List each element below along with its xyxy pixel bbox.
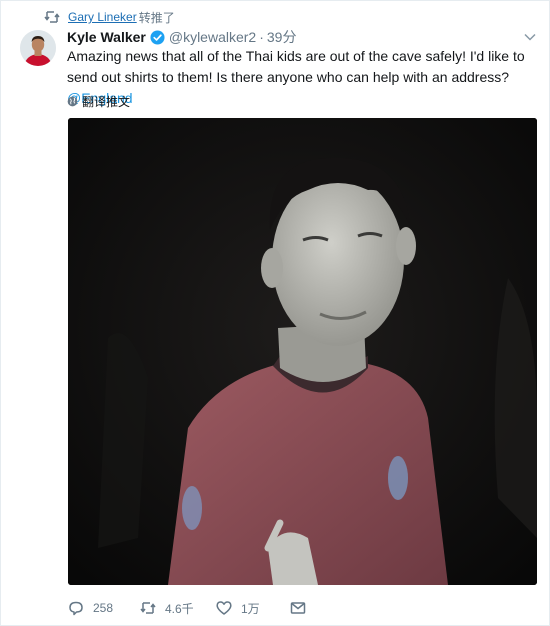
globe-icon: [67, 96, 78, 106]
translate-label: 翻译推文: [82, 94, 131, 109]
tweet-timestamp[interactable]: 39分: [267, 27, 297, 47]
photo-content: [68, 118, 537, 585]
verified-badge-icon: [150, 29, 165, 45]
tweet-body-text: Amazing news that all of the Thai kids a…: [67, 48, 525, 85]
like-count: 1万: [241, 601, 260, 616]
retweet-suffix: 转推了: [138, 10, 175, 25]
tweet-header: Kyle Walker @kylewalker2 · 39分: [67, 28, 296, 46]
header-separator: ·: [259, 29, 264, 45]
retweet-icon: [44, 11, 60, 23]
envelope-icon: [290, 602, 306, 614]
like-button[interactable]: 1万: [215, 599, 289, 617]
reply-count: 258: [93, 601, 114, 615]
retweet-context: Gary Lineker 转推了: [44, 8, 175, 26]
avatar[interactable]: [20, 30, 56, 66]
retweet-button[interactable]: 4.6千: [139, 599, 215, 617]
reply-icon: [69, 601, 83, 616]
direct-message-button[interactable]: [289, 599, 319, 617]
heart-icon: [216, 601, 232, 615]
avatar-image: [20, 30, 56, 66]
tweet-text: Amazing news that all of the Thai kids a…: [67, 46, 527, 109]
retweet-count: 4.6千: [165, 601, 194, 616]
translate-tweet-button[interactable]: 翻译推文: [67, 93, 130, 109]
reply-button[interactable]: 258: [67, 599, 139, 617]
author-handle[interactable]: @kylewalker2: [169, 29, 256, 45]
retweeter-link[interactable]: Gary Lineker: [68, 10, 137, 24]
chevron-down-icon[interactable]: [524, 32, 536, 42]
tweet-actions: 258 4.6千 1万: [67, 598, 527, 618]
author-name[interactable]: Kyle Walker: [67, 29, 146, 45]
retweet-icon: [140, 602, 156, 614]
tweet-photo[interactable]: [68, 118, 537, 585]
